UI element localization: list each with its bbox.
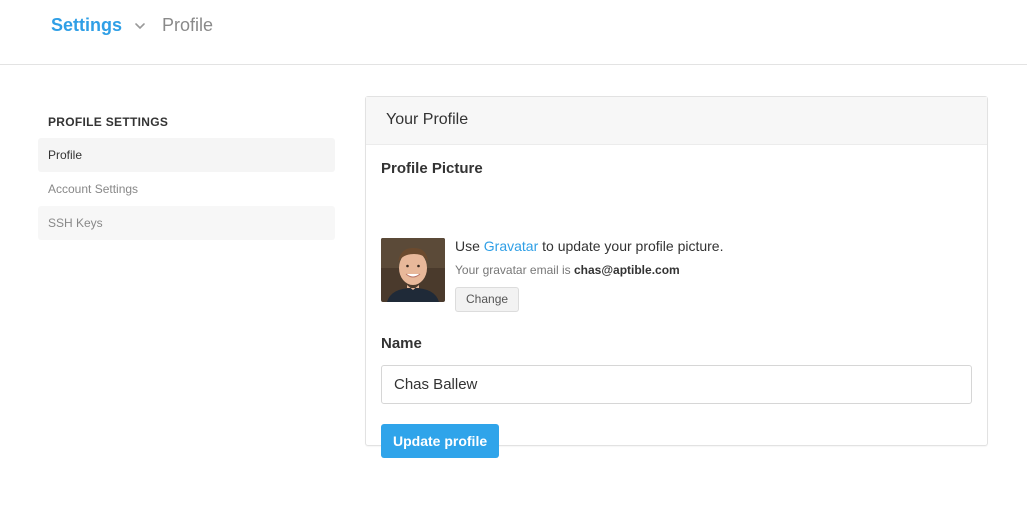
panel-title: Your Profile: [366, 97, 987, 145]
settings-sidebar: PROFILE SETTINGS Profile Account Setting…: [38, 108, 335, 240]
gravatar-use-prefix: Use: [455, 238, 480, 254]
breadcrumb-settings-link[interactable]: Settings: [51, 15, 122, 36]
gravatar-link[interactable]: Gravatar: [484, 238, 538, 254]
profile-panel: Your Profile Profile Picture Use Gravata…: [365, 96, 988, 458]
gravatar-email-prefix: Your gravatar email is: [455, 263, 571, 277]
avatar: [381, 238, 445, 302]
sidebar-item-ssh-keys[interactable]: SSH Keys: [38, 206, 335, 240]
chevron-down-icon[interactable]: [133, 19, 147, 33]
sidebar-heading: PROFILE SETTINGS: [48, 115, 169, 129]
change-picture-button[interactable]: Change: [455, 287, 520, 312]
breadcrumb-current-page: Profile: [162, 15, 214, 35]
gravatar-email: chas@aptible.com: [573, 263, 680, 277]
sidebar-item-account-settings[interactable]: Account Settings: [38, 172, 335, 206]
profile-picture-heading: Profile Picture: [381, 160, 483, 177]
update-profile-button[interactable]: Update profile: [381, 424, 500, 458]
top-navigation: Settings Profile: [0, 0, 1027, 65]
gravatar-instructions: Use Gravatar to update your profile pict…: [455, 238, 724, 254]
name-heading: Name: [381, 335, 422, 352]
sidebar-item-profile[interactable]: Profile: [38, 138, 335, 172]
name-input[interactable]: [381, 365, 972, 404]
gravatar-use-suffix: to update your profile picture.: [542, 238, 724, 254]
gravatar-email-line: Your gravatar email is chas@aptible.com: [455, 263, 680, 277]
avatar-image: [381, 238, 445, 302]
